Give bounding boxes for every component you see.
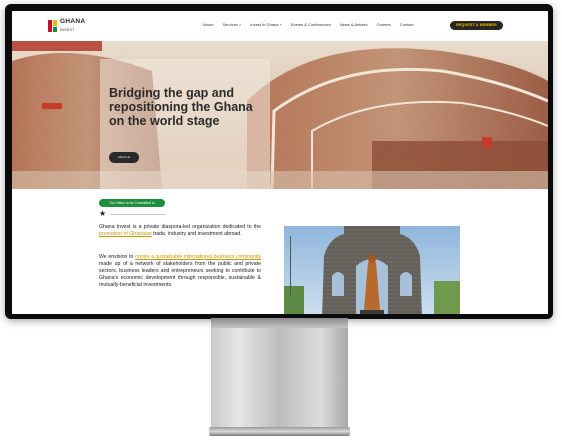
menu-item-events[interactable]: Events & Conferences — [291, 22, 331, 27]
hero-title: Bridging the gap and repositioning the G… — [109, 86, 253, 128]
about-us-button[interactable]: About Us — [109, 152, 139, 163]
promotion-link[interactable]: promotion of Ghanaian — [99, 231, 152, 237]
logo-title: GHANA — [60, 18, 86, 25]
website-screen: GHANA INVEST About Services ˅ Invest In … — [12, 11, 548, 314]
monitor-frame: GHANA INVEST About Services ˅ Invest In … — [5, 4, 553, 319]
stand-shadow — [211, 318, 348, 328]
monument-image — [284, 226, 460, 314]
divider — [110, 214, 166, 215]
star-icon: ★ — [99, 209, 107, 218]
menu-item-services[interactable]: Services ˅ — [222, 22, 241, 27]
monument-photo — [284, 226, 460, 314]
main-menu: About Services ˅ Invest In Ghana ˅ Event… — [203, 22, 423, 27]
intro-paragraph: Ghana Invest is a private diaspora-led o… — [99, 224, 261, 237]
logo-subtitle: INVEST — [60, 27, 75, 32]
menu-item-careers[interactable]: Careers — [377, 22, 391, 27]
menu-item-invest-in-ghana[interactable]: Invest In Ghana ˅ — [250, 22, 282, 27]
menu-item-news[interactable]: News & Articles — [340, 22, 368, 27]
business-community-link[interactable]: create a sustainable international busin… — [135, 254, 261, 260]
vision-badge: Our Vision to be Committed to — [99, 199, 165, 207]
vision-paragraph: We envision to create a sustainable inte… — [99, 254, 261, 288]
request-member-button[interactable]: REQUEST A MEMBER — [450, 21, 503, 30]
site-logo[interactable]: GHANA INVEST — [48, 18, 86, 33]
hero-banner: Bridging the gap and repositioning the G… — [12, 41, 548, 189]
hero-background-image — [12, 41, 548, 189]
menu-item-about[interactable]: About — [203, 22, 213, 27]
menu-item-contact[interactable]: Contact — [400, 22, 414, 27]
stand-base — [209, 427, 350, 436]
monitor-stand — [211, 318, 348, 430]
ghana-flag-logo-icon — [48, 20, 57, 32]
top-navbar: GHANA INVEST About Services ˅ Invest In … — [12, 11, 548, 41]
